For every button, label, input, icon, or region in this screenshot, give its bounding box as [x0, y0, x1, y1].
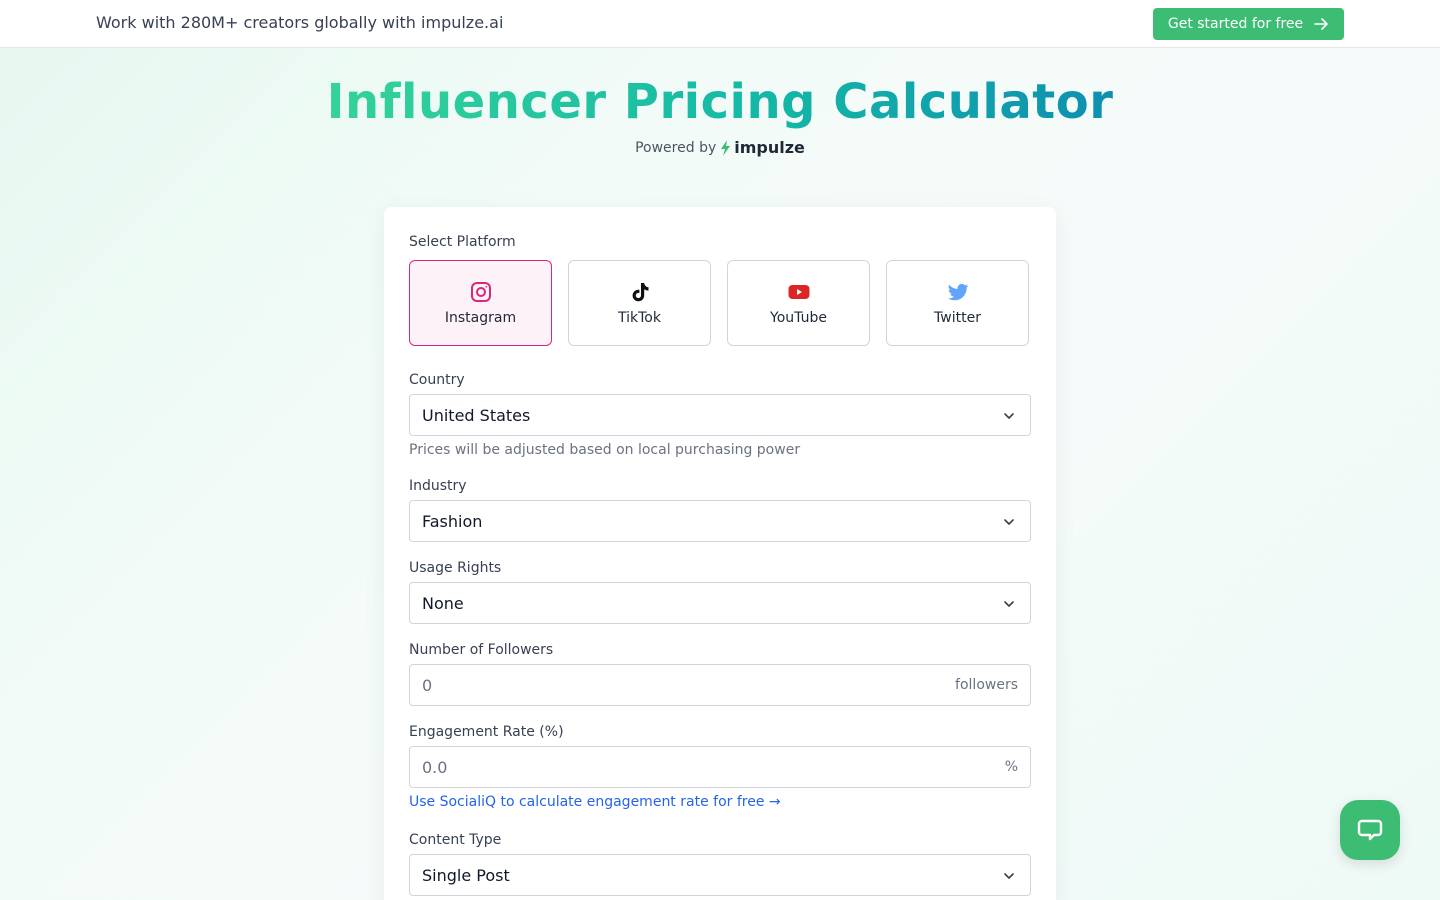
platform-selector: Instagram TikTok YouTube Twitter — [409, 260, 1031, 346]
powered-by-text: Powered by — [635, 139, 717, 156]
socialiq-link[interactable]: Use SocialiQ to calculate engagement rat… — [409, 794, 781, 810]
calculator-card: Select Platform Instagram TikTok YouTube — [384, 207, 1056, 900]
chevron-down-icon — [1004, 519, 1014, 525]
content-type-label: Content Type — [409, 832, 502, 848]
get-started-button[interactable]: Get started for free — [1153, 8, 1344, 40]
platform-tiktok[interactable]: TikTok — [568, 260, 711, 346]
arrow-right-icon — [1314, 18, 1328, 30]
country-hint: Prices will be adjusted based on local p… — [409, 442, 801, 458]
chevron-down-icon — [1004, 413, 1014, 419]
followers-placeholder: 0 — [422, 675, 433, 695]
platform-twitter[interactable]: Twitter — [886, 260, 1029, 346]
followers-label: Number of Followers — [409, 642, 554, 658]
platform-label-twitter: Twitter — [934, 310, 981, 326]
country-value: United States — [422, 405, 531, 425]
platform-youtube[interactable]: YouTube — [727, 260, 870, 346]
chat-support-button[interactable] — [1340, 800, 1400, 860]
followers-suffix: followers — [955, 677, 1018, 693]
instagram-icon — [470, 282, 491, 302]
chevron-down-icon — [1004, 873, 1014, 879]
platform-label-instagram: Instagram — [444, 310, 517, 326]
twitter-icon — [947, 283, 969, 301]
usage-rights-select[interactable]: None — [409, 582, 1031, 624]
content-type-select[interactable]: Single Post — [409, 854, 1031, 896]
followers-input[interactable]: 0 followers — [409, 664, 1031, 706]
chat-bubble-icon — [1357, 819, 1383, 841]
usage-rights-label: Usage Rights — [409, 560, 502, 576]
chevron-down-icon — [1004, 601, 1014, 607]
youtube-icon — [788, 285, 809, 299]
content-type-value: Single Post — [422, 865, 510, 885]
usage-rights-value: None — [422, 593, 464, 613]
country-label: Country — [409, 372, 465, 388]
bolt-icon — [721, 139, 731, 156]
industry-select[interactable]: Fashion — [409, 500, 1031, 542]
impulze-logo[interactable]: impulze — [720, 138, 805, 157]
platform-label-youtube: YouTube — [770, 310, 827, 326]
engagement-placeholder: 0.0 — [422, 757, 448, 777]
brand-name: impulze — [734, 138, 805, 157]
top-bar: Work with 280M+ creators globally with i… — [0, 0, 1440, 48]
engagement-suffix: % — [1004, 759, 1018, 775]
engagement-label: Engagement Rate (%) — [409, 724, 564, 740]
page-title: Influencer Pricing Calculator — [326, 74, 1114, 130]
engagement-input[interactable]: 0.0 % — [409, 746, 1031, 788]
platform-label-tiktok: TikTok — [618, 310, 661, 326]
get-started-label: Get started for free — [1167, 16, 1304, 32]
platform-label: Select Platform — [409, 234, 516, 250]
promo-text: Work with 280M+ creators globally with i… — [96, 13, 504, 32]
powered-by: Powered by impulze — [0, 138, 1440, 157]
industry-value: Fashion — [422, 511, 483, 531]
country-select[interactable]: United States — [409, 394, 1031, 436]
platform-instagram[interactable]: Instagram — [409, 260, 552, 346]
tiktok-icon — [632, 283, 648, 302]
industry-label: Industry — [409, 478, 467, 494]
